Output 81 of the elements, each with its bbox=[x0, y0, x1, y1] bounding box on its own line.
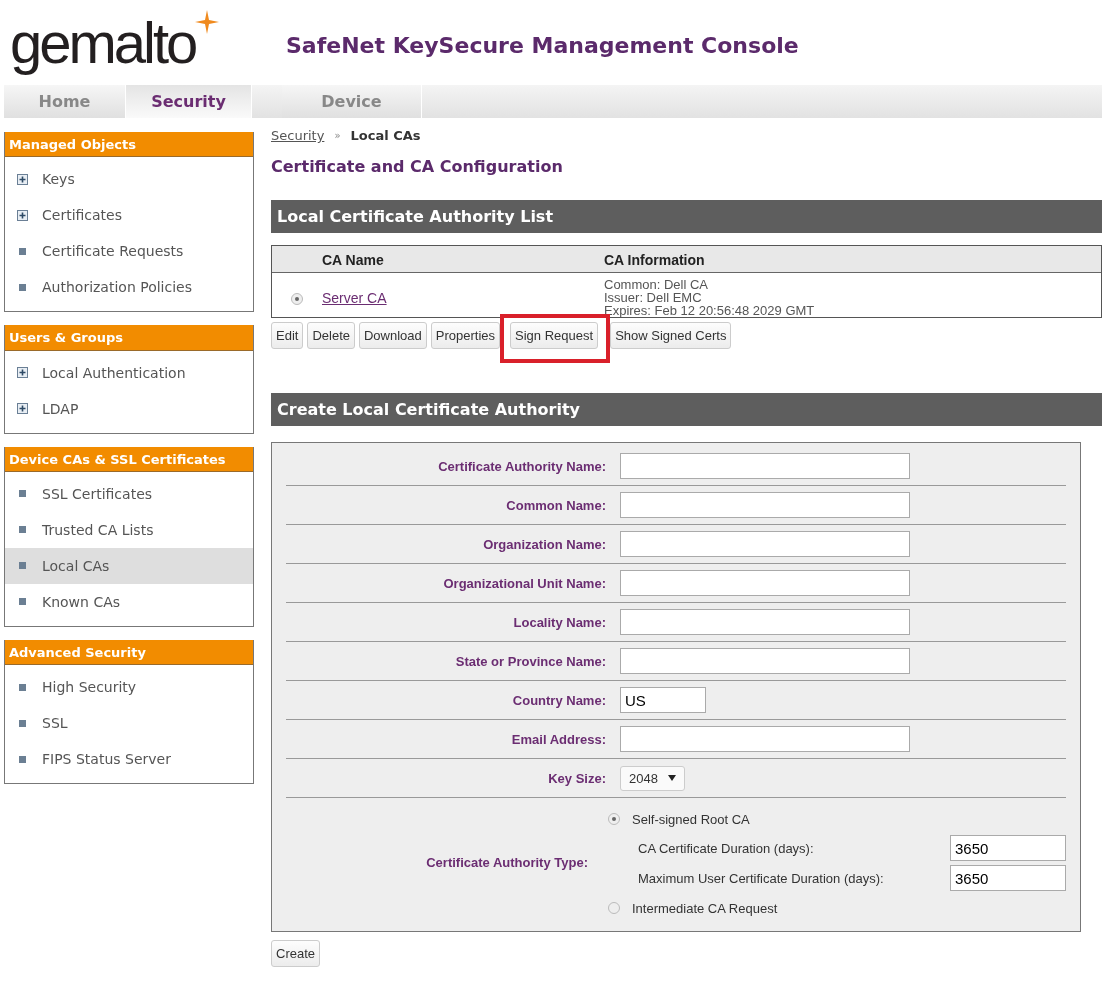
nav-tab[interactable]: Security bbox=[126, 85, 252, 118]
sidebar-item[interactable]: Local CAs bbox=[5, 547, 253, 584]
field-label: Maximum User Certificate Duration (days): bbox=[638, 870, 884, 886]
action-button[interactable]: Delete bbox=[307, 322, 355, 349]
text-field[interactable]: 3650 bbox=[950, 835, 1066, 861]
ca-info-text: Issuer: Dell EMC bbox=[604, 291, 703, 304]
text-field[interactable] bbox=[620, 648, 910, 674]
field-label: Organizational Unit Name: bbox=[442, 575, 607, 591]
section-header: Create Local Certificate Authority bbox=[271, 393, 1102, 426]
sidebar-item[interactable]: SSL bbox=[5, 705, 253, 742]
text-field[interactable] bbox=[620, 531, 910, 557]
text-field[interactable] bbox=[620, 453, 910, 479]
page-title: Certificate and CA Configuration bbox=[271, 157, 564, 176]
expand-icon[interactable] bbox=[17, 209, 28, 221]
expand-icon[interactable] bbox=[17, 173, 28, 185]
field-label: CA Certificate Duration (days): bbox=[638, 840, 814, 856]
field-label: Country Name: bbox=[511, 692, 607, 708]
field-label: Locality Name: bbox=[512, 614, 607, 630]
field-label: Organization Name: bbox=[482, 536, 607, 552]
column-header: CA Name bbox=[322, 252, 385, 268]
option-label: Intermediate CA Request bbox=[632, 900, 778, 916]
text-field[interactable] bbox=[620, 492, 910, 518]
sidebar-heading: Users & Groups bbox=[5, 325, 253, 351]
sidebar-item[interactable]: Certificates bbox=[5, 197, 253, 234]
bullet-icon bbox=[17, 596, 28, 608]
field-label: Certificate Authority Type: bbox=[425, 855, 589, 870]
ca-info-text: Expires: Feb 12 20:56:48 2029 GMT bbox=[604, 304, 816, 317]
sidebar-item[interactable]: Certificate Requests bbox=[5, 233, 253, 270]
section-header: Local Certificate Authority List bbox=[271, 200, 1102, 233]
text-field[interactable] bbox=[620, 726, 910, 752]
app-title: SafeNet KeySecure Management Console bbox=[286, 33, 799, 58]
bullet-icon bbox=[17, 524, 28, 536]
sidebar-item[interactable]: Local Authentication bbox=[5, 354, 253, 391]
field-label: Email Address: bbox=[510, 731, 607, 747]
star-icon bbox=[195, 9, 220, 34]
action-button[interactable]: Properties bbox=[430, 322, 501, 349]
sidebar-heading: Advanced Security bbox=[5, 639, 253, 666]
bullet-icon bbox=[17, 488, 28, 500]
bullet-icon bbox=[17, 753, 28, 765]
breadcrumb-current: Local CAs bbox=[350, 128, 421, 143]
bullet-icon bbox=[17, 681, 28, 693]
option-label: Self-signed Root CA bbox=[632, 811, 750, 827]
bullet-icon bbox=[17, 245, 28, 257]
expand-icon[interactable] bbox=[17, 403, 28, 415]
breadcrumb-separator: » bbox=[334, 130, 341, 141]
sidebar-item[interactable]: High Security bbox=[5, 669, 253, 706]
radio-button[interactable] bbox=[608, 902, 620, 914]
sidebar-item[interactable]: Trusted CA Lists bbox=[5, 511, 253, 548]
text-field[interactable]: US bbox=[620, 687, 706, 713]
sidebar-heading: Managed Objects bbox=[5, 132, 253, 158]
bullet-icon bbox=[17, 281, 28, 293]
bullet-icon bbox=[17, 560, 28, 572]
action-button[interactable]: Download bbox=[359, 322, 427, 349]
sidebar-item[interactable]: LDAP bbox=[5, 390, 253, 427]
sidebar-item[interactable]: SSL Certificates bbox=[5, 475, 253, 512]
sidebar-item[interactable]: Authorization Policies bbox=[5, 269, 253, 306]
text-field[interactable]: 3650 bbox=[950, 865, 1066, 891]
ca-name-link[interactable]: Server CA bbox=[322, 289, 387, 306]
sidebar-heading: Device CAs & SSL Certificates bbox=[5, 446, 253, 472]
text-field[interactable] bbox=[620, 609, 910, 635]
sidebar-item[interactable]: Known CAs bbox=[5, 583, 253, 620]
sidebar-item[interactable]: FIPS Status Server bbox=[5, 741, 253, 778]
field-label: Certificate Authority Name: bbox=[437, 458, 607, 474]
key-size-dropdown[interactable]: 2048 bbox=[620, 765, 685, 791]
radio-button[interactable] bbox=[608, 813, 620, 825]
action-button[interactable]: Edit bbox=[271, 322, 304, 349]
field-label: Key Size: bbox=[547, 770, 607, 786]
bullet-icon bbox=[17, 717, 28, 729]
field-label: State or Province Name: bbox=[454, 653, 607, 669]
caret-icon bbox=[667, 775, 676, 781]
expand-icon[interactable] bbox=[17, 367, 28, 379]
ca-info-text: Common: Dell CA bbox=[604, 278, 710, 291]
column-header: CA Information bbox=[604, 252, 706, 268]
radio-button[interactable] bbox=[291, 292, 303, 305]
sidebar-item[interactable]: Keys bbox=[5, 161, 253, 198]
field-label: Common Name: bbox=[505, 497, 607, 513]
action-button[interactable]: Show Signed Certs bbox=[610, 322, 732, 349]
breadcrumb-link[interactable]: Security bbox=[271, 128, 325, 143]
text-field[interactable] bbox=[620, 570, 910, 596]
action-button[interactable]: Sign Request bbox=[510, 322, 599, 349]
create-button[interactable]: Create bbox=[271, 940, 321, 967]
